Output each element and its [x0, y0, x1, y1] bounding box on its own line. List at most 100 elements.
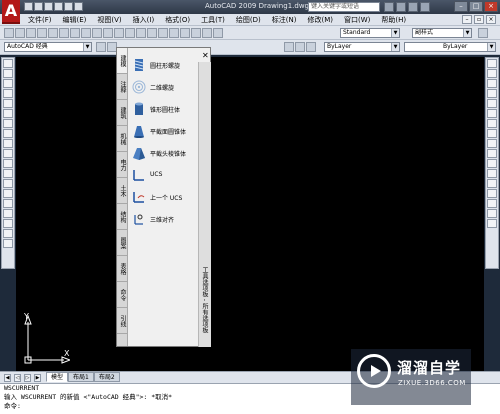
- doc-minimize-button[interactable]: –: [462, 15, 472, 24]
- tool-frustum-cone[interactable]: 平截面圆锥体: [130, 120, 198, 142]
- open-file-icon[interactable]: [15, 28, 25, 38]
- close-button[interactable]: ×: [484, 1, 498, 12]
- tool-helix-2d[interactable]: 二维螺旋: [130, 76, 198, 98]
- doc-close-button[interactable]: ×: [486, 15, 496, 24]
- circle-icon[interactable]: [3, 119, 13, 128]
- undo-icon[interactable]: [64, 2, 73, 11]
- extend-icon[interactable]: [487, 159, 497, 168]
- tab-command[interactable]: 命令: [117, 282, 127, 308]
- construction-line-icon[interactable]: [3, 69, 13, 78]
- print-icon[interactable]: [54, 2, 63, 11]
- last-tab-icon[interactable]: ▶: [34, 374, 41, 382]
- preview-icon[interactable]: [48, 28, 58, 38]
- copy-icon[interactable]: [81, 28, 91, 38]
- tab-electrical[interactable]: 电力: [117, 152, 127, 178]
- copy-object-icon[interactable]: [487, 69, 497, 78]
- new-icon[interactable]: [24, 2, 33, 11]
- menu-insert[interactable]: 插入(I): [133, 15, 155, 25]
- stretch-icon[interactable]: [487, 139, 497, 148]
- tab-civil[interactable]: 土木: [117, 178, 127, 204]
- tool-helix-cylinder[interactable]: 圆柱形螺旋: [130, 54, 198, 76]
- scale-icon[interactable]: [487, 129, 497, 138]
- ellipse-icon[interactable]: [3, 149, 13, 158]
- spline-icon[interactable]: [3, 139, 13, 148]
- open-icon[interactable]: [34, 2, 43, 11]
- dim-style-select[interactable]: 副样式 ▼: [412, 28, 472, 38]
- redo-tool-icon[interactable]: [125, 28, 135, 38]
- arc-icon[interactable]: [3, 109, 13, 118]
- move-icon[interactable]: [487, 109, 497, 118]
- redo-icon[interactable]: [74, 2, 83, 11]
- menu-edit[interactable]: 编辑(E): [63, 15, 87, 25]
- insert-block-icon[interactable]: [3, 169, 13, 178]
- sheet-set-icon[interactable]: [213, 28, 223, 38]
- table-icon[interactable]: [3, 229, 13, 238]
- revision-cloud-icon[interactable]: [3, 129, 13, 138]
- polyline-icon[interactable]: [3, 79, 13, 88]
- mtext-icon[interactable]: [3, 239, 13, 248]
- favorites-icon[interactable]: [408, 2, 418, 12]
- chamfer-icon[interactable]: [487, 199, 497, 208]
- pan-icon[interactable]: [136, 28, 146, 38]
- make-current-icon[interactable]: [306, 42, 316, 52]
- mirror-icon[interactable]: [487, 79, 497, 88]
- tab-architectural[interactable]: 建筑: [117, 100, 127, 126]
- tab-layout1[interactable]: 布局1: [68, 372, 94, 382]
- tab-leaders[interactable]: 引线: [117, 308, 127, 334]
- offset-icon[interactable]: [487, 89, 497, 98]
- region-icon[interactable]: [3, 219, 13, 228]
- explode-icon[interactable]: [487, 219, 497, 228]
- save-file-icon[interactable]: [26, 28, 36, 38]
- zoom-previous-icon[interactable]: [169, 28, 179, 38]
- make-block-icon[interactable]: [3, 179, 13, 188]
- polygon-icon[interactable]: [3, 89, 13, 98]
- tab-structural[interactable]: 结构: [117, 204, 127, 230]
- menu-window[interactable]: 窗口(W): [344, 15, 370, 25]
- join-icon[interactable]: [487, 189, 497, 198]
- table-style-icon[interactable]: [478, 28, 488, 38]
- publish-icon[interactable]: [59, 28, 69, 38]
- break-at-point-icon[interactable]: [487, 169, 497, 178]
- next-tab-icon[interactable]: ▷: [24, 374, 31, 382]
- menu-tools[interactable]: 工具(T): [201, 15, 225, 25]
- point-icon[interactable]: [3, 189, 13, 198]
- help-icon[interactable]: [420, 2, 430, 12]
- line-icon[interactable]: [3, 59, 13, 68]
- hatch-icon[interactable]: [3, 199, 13, 208]
- workspace-settings-icon[interactable]: [96, 42, 106, 52]
- tab-tables[interactable]: 表格: [117, 256, 127, 282]
- tab-modeling[interactable]: 建模: [117, 48, 127, 74]
- text-style-select[interactable]: Standard ▼: [340, 28, 400, 38]
- rotate-icon[interactable]: [487, 119, 497, 128]
- break-icon[interactable]: [487, 179, 497, 188]
- design-center-icon[interactable]: [191, 28, 201, 38]
- menu-file[interactable]: 文件(F): [28, 15, 52, 25]
- zoom-realtime-icon[interactable]: [147, 28, 157, 38]
- linetype-select[interactable]: ByLayer ▼: [404, 42, 496, 52]
- prev-tab-icon[interactable]: ◁: [14, 374, 21, 382]
- tool-ucs[interactable]: UCS: [130, 164, 198, 186]
- drawing-canvas[interactable]: [16, 57, 484, 371]
- fillet-icon[interactable]: [487, 209, 497, 218]
- properties-icon[interactable]: [180, 28, 190, 38]
- tool-tapered-cylinder[interactable]: 锥形圆柱体: [130, 98, 198, 120]
- tool-palette-title-strip[interactable]: 工具选项板 - 所有选项板: [198, 62, 211, 347]
- rectangle-icon[interactable]: [3, 99, 13, 108]
- communication-center-icon[interactable]: [396, 2, 406, 12]
- tab-layout2[interactable]: 布局2: [93, 372, 120, 382]
- paste-icon[interactable]: [92, 28, 102, 38]
- first-tab-icon[interactable]: ◀: [4, 374, 11, 382]
- search-input[interactable]: 键入关键字或短语: [308, 2, 380, 12]
- undo-tool-icon[interactable]: [114, 28, 124, 38]
- menu-draw[interactable]: 绘图(D): [236, 15, 261, 25]
- matchprop-icon[interactable]: [103, 28, 113, 38]
- maximize-button[interactable]: □: [469, 1, 483, 12]
- zoom-window-icon[interactable]: [158, 28, 168, 38]
- menu-help[interactable]: 帮助(H): [381, 15, 406, 25]
- tab-model[interactable]: 模型: [46, 372, 69, 382]
- plot-icon[interactable]: [37, 28, 47, 38]
- erase-icon[interactable]: [487, 59, 497, 68]
- autocad-logo-icon[interactable]: A: [2, 0, 20, 24]
- search-icon[interactable]: [384, 2, 394, 12]
- tab-hatch[interactable]: 图案: [117, 230, 127, 256]
